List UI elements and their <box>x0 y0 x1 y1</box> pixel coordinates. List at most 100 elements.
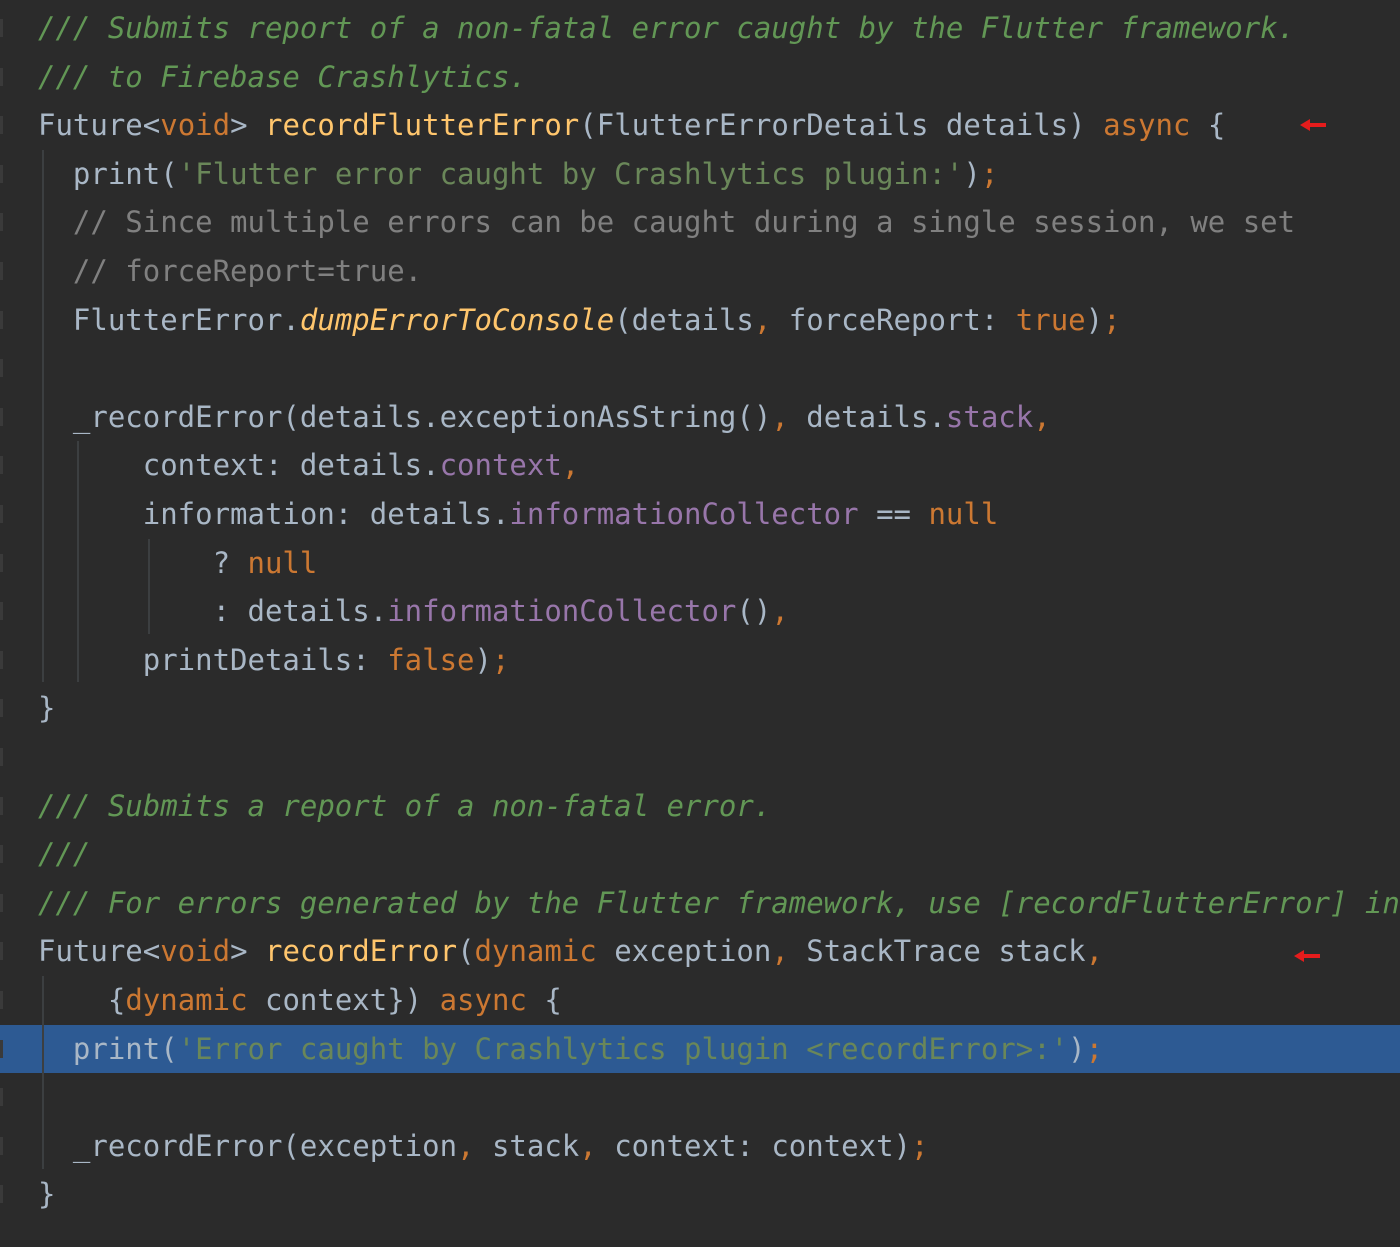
code-token: information: details. <box>38 497 510 531</box>
code-line[interactable]: : details.informationCollector(), <box>0 587 1400 636</box>
code-line[interactable]: print('Error caught by Crashlytics plugi… <box>0 1024 1400 1074</box>
code-token: Future <box>38 934 143 969</box>
code-token: < <box>142 934 161 969</box>
code-line-content: Future<void> recordFlutterError(FlutterE… <box>38 101 1225 150</box>
gutter-marker <box>0 553 3 572</box>
code-line[interactable]: print('Flutter error caught by Crashlyti… <box>0 150 1400 199</box>
code-token: dynamic <box>474 934 597 969</box>
code-token: Future <box>38 108 143 143</box>
code-editor[interactable]: /// Submits report of a non-fatal error … <box>0 0 1400 1247</box>
code-token: < <box>142 108 161 143</box>
code-line[interactable]: /// For errors generated by the Flutter … <box>0 879 1400 928</box>
code-line-content: FlutterError.dumpErrorToConsole(details,… <box>38 296 1121 345</box>
gutter-marker <box>0 942 3 961</box>
code-token: } <box>38 1177 56 1212</box>
code-token: exception <box>596 934 772 969</box>
indent-guide <box>42 150 44 682</box>
code-token: } <box>38 691 56 726</box>
code-line[interactable]: /// Submits report of a non-fatal error … <box>0 4 1400 53</box>
code-token: recordFlutterError <box>265 108 580 143</box>
code-token: stack <box>491 1128 580 1163</box>
code-token: _recordError(exception <box>38 1128 458 1163</box>
code-token: false <box>387 642 475 677</box>
gutter-marker <box>0 407 3 426</box>
code-line[interactable]: Future<void> recordError(dynamic excepti… <box>0 927 1400 976</box>
code-token: , <box>579 1128 615 1163</box>
code-line-content: /// For errors generated by the Flutter … <box>38 879 1400 928</box>
code-line[interactable]: /// Submits a report of a non-fatal erro… <box>0 782 1400 831</box>
code-line-content: _recordError(details.exceptionAsString()… <box>38 393 1051 442</box>
code-token: /// Submits a report of a non-fatal erro… <box>38 788 772 823</box>
code-token: null <box>928 497 999 531</box>
code-token: , <box>561 448 580 483</box>
code-line-content: {dynamic context}) async { <box>38 976 562 1025</box>
code-line[interactable]: FlutterError.dumpErrorToConsole(details,… <box>0 296 1400 345</box>
code-token: forceReport: <box>788 302 1016 337</box>
code-token: void <box>160 934 231 969</box>
code-line-content: context: details.context, <box>38 441 580 490</box>
code-line-content: /// Submits a report of a non-fatal erro… <box>38 782 771 831</box>
code-line[interactable]: /// <box>0 830 1400 879</box>
code-line-content: printDetails: false); <box>38 636 510 685</box>
code-token: { <box>1190 108 1226 143</box>
code-line[interactable]: } <box>0 1170 1400 1219</box>
code-token: print( <box>38 156 178 191</box>
code-token: , <box>753 302 789 337</box>
indent-guide <box>77 441 79 682</box>
gutter-marker <box>0 456 3 475</box>
code-token: (details <box>614 302 754 337</box>
code-token: /// to Firebase Crashlytics. <box>38 59 527 94</box>
code-line-content: } <box>38 1170 55 1219</box>
code-token: ; <box>491 642 510 677</box>
code-line-content: // forceReport=true. <box>38 247 422 296</box>
code-token: { <box>38 983 126 1017</box>
code-line[interactable]: _recordError(exception, stack, context: … <box>0 1122 1400 1171</box>
code-line[interactable]: Future<void> recordFlutterError(FlutterE… <box>0 101 1400 150</box>
code-token: void <box>160 108 231 143</box>
code-token: /// Submits report of a non-fatal error … <box>38 11 1296 45</box>
code-line[interactable] <box>0 344 1400 393</box>
code-line-content: } <box>38 684 55 733</box>
code-token: ; <box>980 156 999 191</box>
code-line[interactable]: /// to Firebase Crashlytics. <box>0 53 1400 102</box>
code-line[interactable]: information: details.informationCollecto… <box>0 490 1400 539</box>
code-token: printDetails: <box>38 642 388 677</box>
code-token: ) <box>1068 1031 1086 1066</box>
code-line[interactable] <box>0 733 1400 782</box>
code-token: _recordError(details.exceptionAsString() <box>38 399 772 434</box>
code-line-content: _recordError(exception, stack, context: … <box>38 1122 929 1171</box>
code-token: , <box>771 594 789 629</box>
code-line[interactable] <box>0 1073 1400 1122</box>
code-line[interactable]: } <box>0 684 1400 733</box>
code-line[interactable]: printDetails: false); <box>0 636 1400 685</box>
code-token: print( <box>38 1031 178 1066</box>
code-token: context}) <box>247 983 440 1017</box>
code-line[interactable]: {dynamic context}) async { <box>0 976 1400 1025</box>
gutter-marker <box>0 505 3 523</box>
code-line-content: information: details.informationCollecto… <box>38 490 999 539</box>
gutter-marker <box>0 796 3 815</box>
code-line[interactable]: context: details.context, <box>0 441 1400 490</box>
code-token: StackTrace stack <box>806 934 1086 969</box>
code-token: // forceReport=true. <box>38 254 423 288</box>
code-token: informationCollector <box>509 497 859 531</box>
code-token: , <box>1085 934 1104 969</box>
code-token: FlutterError. <box>38 302 300 337</box>
gutter-marker <box>0 310 3 329</box>
code-line-content: print('Error caught by Crashlytics plugi… <box>38 1025 1103 1074</box>
gutter-marker <box>0 164 3 183</box>
code-line[interactable]: ? null <box>0 539 1400 588</box>
code-token: (FlutterErrorDetails details) <box>579 108 1104 143</box>
code-token: ? <box>38 545 248 580</box>
code-token: context: details. <box>38 448 440 483</box>
code-token: details. <box>806 399 946 434</box>
code-line-content: Future<void> recordError(dynamic excepti… <box>38 927 1103 976</box>
code-line[interactable]: // forceReport=true. <box>0 247 1400 296</box>
gutter-marker <box>0 67 3 86</box>
code-line[interactable]: // Since multiple errors can be caught d… <box>0 198 1400 247</box>
indent-guide <box>148 539 150 634</box>
gutter-marker <box>0 650 3 669</box>
code-line[interactable]: _recordError(details.exceptionAsString()… <box>0 393 1400 442</box>
code-token: , <box>771 934 807 969</box>
gutter-marker <box>0 1039 3 1058</box>
